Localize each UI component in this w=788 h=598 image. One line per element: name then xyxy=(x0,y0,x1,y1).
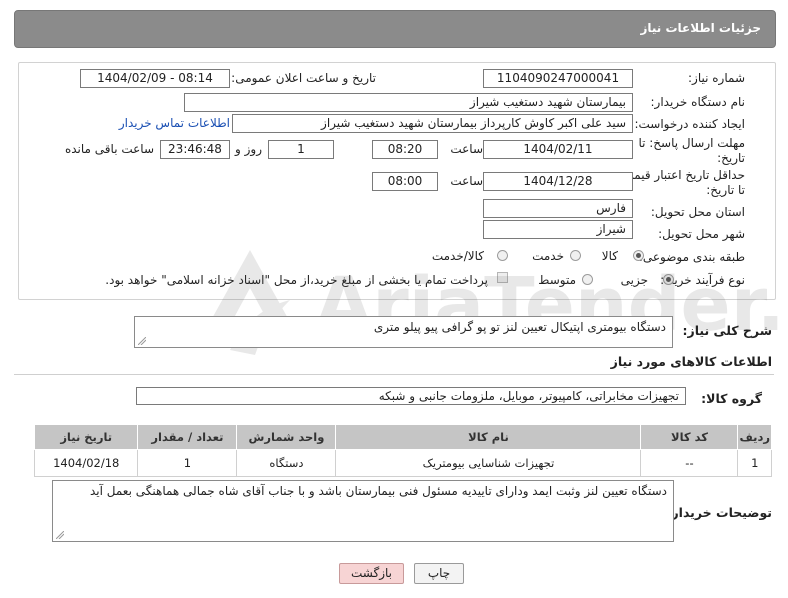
remaining-label: ساعت باقی مانده xyxy=(64,142,154,156)
treasury-payment-note: پرداخت تمام یا بخشی از مبلغ خرید،از محل … xyxy=(105,273,488,287)
process-option-medium: متوسط xyxy=(538,273,576,287)
description-text: دستگاه بیومتری اپتیکال تعیین لنز تو پو گ… xyxy=(373,320,666,334)
cell-row: 1 xyxy=(737,449,772,477)
col-unit: واحد شمارش xyxy=(236,424,337,450)
deadline-label: مهلت ارسال پاسخ: تا xyxy=(638,136,745,150)
col-name: نام کالا xyxy=(335,424,642,450)
print-button[interactable]: چاپ xyxy=(414,563,464,584)
process-radio-minor[interactable] xyxy=(663,274,674,285)
need-number-label: شماره نیاز: xyxy=(688,71,745,85)
col-code: کد کالا xyxy=(640,424,739,450)
treasury-payment-checkbox[interactable] xyxy=(497,272,508,283)
page-title: جزئیات اطلاعات نیاز xyxy=(640,21,761,35)
buyer-notes-textarea[interactable]: دستگاه تعیین لنز وثبت ایمد ودارای تاییدی… xyxy=(52,480,674,542)
goods-group-label: گروه کالا: xyxy=(701,391,762,406)
cell-code: -- xyxy=(640,449,739,477)
deadline-label-date: تاریخ: xyxy=(717,151,745,165)
col-quantity: تعداد / مقدار xyxy=(137,424,238,450)
price-time-label: ساعت xyxy=(450,174,483,188)
buyer-org-field[interactable]: بیمارستان شهید دستغیب شیراز xyxy=(184,93,633,112)
price-time-field[interactable]: 08:00 xyxy=(372,172,438,191)
deadline-date-field[interactable]: 1404/02/11 xyxy=(483,140,633,159)
remaining-time-field[interactable]: 23:46:48 xyxy=(160,140,230,159)
resize-grip-icon[interactable] xyxy=(138,337,146,345)
table-row[interactable]: 1 -- تجهیزات شناسایی بیومتریک دستگاه 1 1… xyxy=(33,449,772,477)
category-radio-goods[interactable] xyxy=(633,250,644,261)
category-radio-both[interactable] xyxy=(497,250,508,261)
announce-label: تاریخ و ساعت اعلان عمومی: xyxy=(231,71,376,85)
description-textarea[interactable]: دستگاه بیومتری اپتیکال تعیین لنز تو پو گ… xyxy=(134,316,673,348)
section-divider xyxy=(14,374,774,375)
province-field[interactable]: فارس xyxy=(483,199,633,218)
buyer-notes-label: توضیحات خریدار: xyxy=(666,505,772,520)
announce-datetime-field[interactable]: 1404/02/09 - 08:14 xyxy=(80,69,230,88)
buyer-notes-text: دستگاه تعیین لنز وثبت ایمد ودارای تاییدی… xyxy=(89,484,667,498)
col-need-date: تاریخ نیاز xyxy=(33,424,139,450)
cell-name: تجهیزات شناسایی بیومتریک xyxy=(335,449,642,477)
days-label: روز و xyxy=(235,142,262,156)
cell-quantity: 1 xyxy=(137,449,238,477)
need-number-field[interactable]: 1104090247000041 xyxy=(483,69,633,88)
cell-unit: دستگاه xyxy=(236,449,337,477)
province-label: استان محل تحویل: xyxy=(650,205,745,219)
price-date-field[interactable]: 1404/12/28 xyxy=(483,172,633,191)
back-button[interactable]: بازگشت xyxy=(339,563,404,584)
city-field[interactable]: شیراز xyxy=(483,220,633,239)
city-label: شهر محل تحویل: xyxy=(658,227,745,241)
process-radio-medium[interactable] xyxy=(582,274,593,285)
category-option-service: خدمت xyxy=(532,249,564,263)
category-label: طبقه بندی موضوعی: xyxy=(638,250,745,264)
creator-label: ایجاد کننده درخواست: xyxy=(634,117,745,131)
category-option-goods: کالا xyxy=(601,249,618,263)
deadline-time-label: ساعت xyxy=(450,142,483,156)
creator-field[interactable]: سید علی اکبر کاوش کارپرداز بیمارستان شهی… xyxy=(232,114,633,133)
goods-table-header: ردیف کد کالا نام کالا واحد شمارش تعداد /… xyxy=(33,424,772,450)
buyer-org-label: نام دستگاه خریدار: xyxy=(650,95,746,109)
buyer-contact-link[interactable]: اطلاعات تماس خریدار xyxy=(119,116,230,130)
description-label: شرح کلی نیاز: xyxy=(682,323,772,338)
category-option-both: کالا/خدمت xyxy=(431,249,484,263)
deadline-time-field[interactable]: 08:20 xyxy=(372,140,438,159)
goods-table: ردیف کد کالا نام کالا واحد شمارش تعداد /… xyxy=(33,424,772,477)
category-radio-service[interactable] xyxy=(570,250,581,261)
header-panel: جزئیات اطلاعات نیاز xyxy=(14,10,776,48)
price-validity-date-label: تا تاریخ: xyxy=(706,183,745,197)
col-row: ردیف xyxy=(737,424,772,450)
goods-group-field[interactable]: تجهیزات مخابراتی، کامپیوتر، موبایل، ملزو… xyxy=(136,387,686,405)
resize-grip-icon[interactable] xyxy=(56,531,64,539)
days-field[interactable]: 1 xyxy=(268,140,334,159)
goods-section-title: اطلاعات کالاهای مورد نیاز xyxy=(610,354,772,369)
price-validity-label: حداقل تاریخ اعتبار قیمت: xyxy=(618,168,745,182)
process-option-minor: جزیی xyxy=(620,273,648,287)
cell-need-date: 1404/02/18 xyxy=(33,449,139,477)
